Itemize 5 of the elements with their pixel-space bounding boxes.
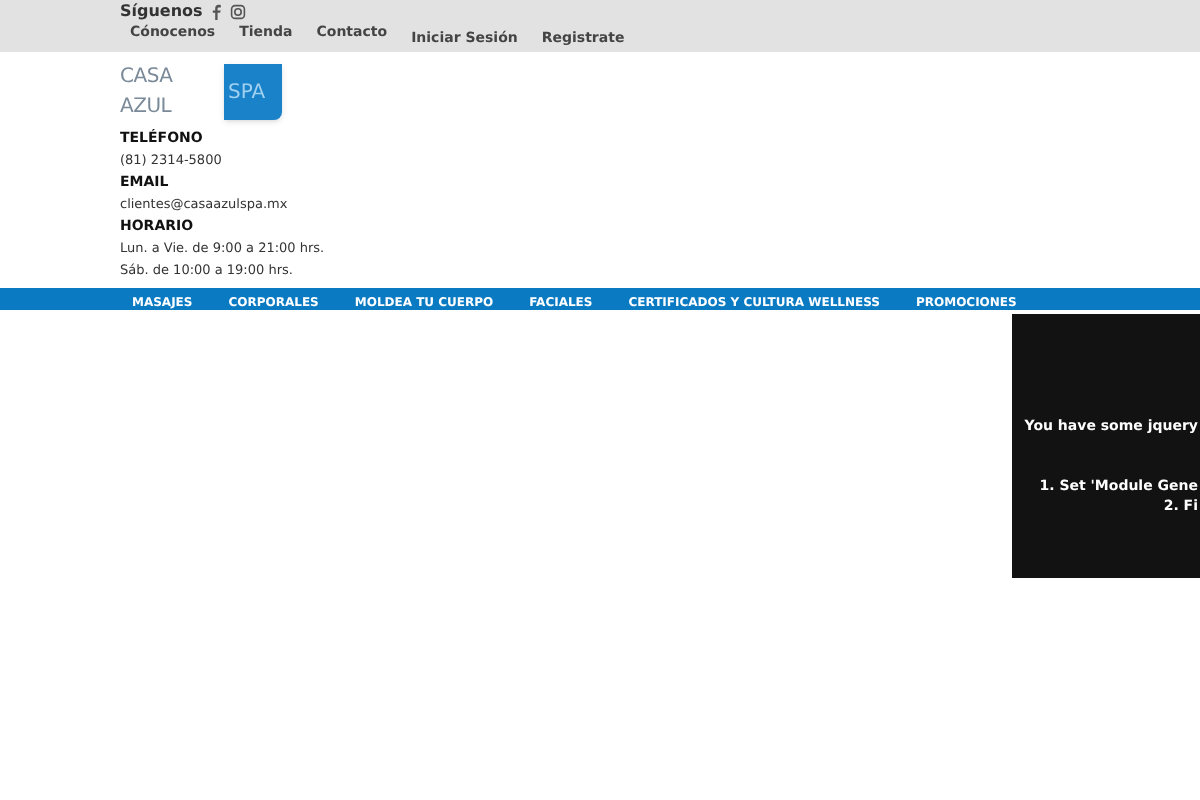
- instagram-icon[interactable]: [230, 4, 247, 20]
- facebook-icon[interactable]: [210, 4, 223, 20]
- logo-badge: SPA: [224, 64, 282, 120]
- logo-text: CASA AZUL: [120, 64, 175, 122]
- follow-label: Síguenos: [120, 0, 203, 24]
